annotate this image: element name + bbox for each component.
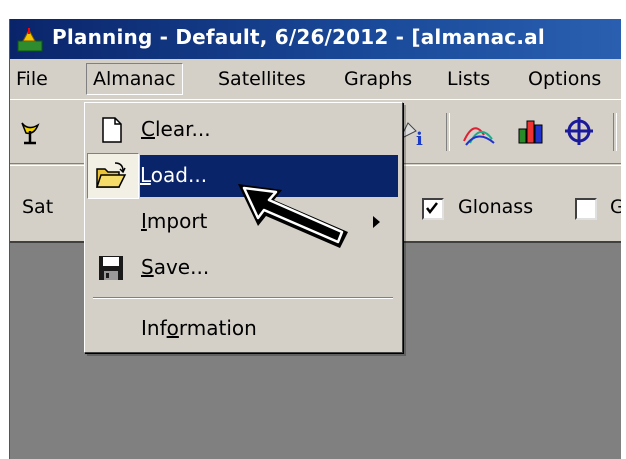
menu-item-save[interactable]: Save... (87, 247, 398, 289)
menu-item-information[interactable]: Information (87, 308, 398, 350)
window-title: Planning - Default, 6/26/2012 - [almanac… (52, 25, 545, 49)
bar-chart-icon[interactable] (516, 115, 546, 147)
menu-graphs[interactable]: Graphs (344, 68, 412, 90)
toolbar-separator (446, 113, 450, 151)
menu-item-save-label: Save... (141, 255, 210, 279)
glonass-label: Glonass (458, 196, 534, 218)
pointer-arrow-icon (238, 184, 348, 248)
menu-file[interactable]: File (16, 68, 48, 90)
blank-document-icon (102, 117, 122, 143)
menu-item-load-label: Load... (140, 163, 208, 187)
satellite-dish-icon[interactable] (18, 117, 48, 147)
toolbar-separator (613, 113, 617, 151)
title-bar[interactable]: Planning - Default, 6/26/2012 - [almanac… (10, 19, 621, 59)
menu-item-clear[interactable]: Clear... (87, 109, 398, 151)
menu-options[interactable]: Options (528, 68, 601, 90)
menu-satellites[interactable]: Satellites (218, 68, 306, 90)
menu-item-import-label: Import (141, 209, 208, 233)
g-checkbox[interactable] (575, 198, 597, 220)
submenu-arrow-icon (373, 216, 380, 228)
floppy-disk-icon (99, 256, 123, 280)
open-folder-icon (95, 162, 127, 188)
menu-bar: File Almanac Satellites Graphs Lists Opt… (10, 59, 621, 100)
crosshair-icon[interactable] (563, 115, 595, 147)
menu-item-information-label: Information (141, 316, 257, 340)
menu-lists[interactable]: Lists (447, 68, 490, 90)
planning-app-icon (17, 28, 43, 52)
glonass-checkbox[interactable] (422, 198, 444, 220)
satellites-label: Sat (22, 196, 54, 218)
menu-item-clear-label: Clear... (141, 117, 211, 141)
menu-separator (93, 297, 393, 299)
g-label: G (610, 196, 621, 218)
menu-almanac[interactable]: Almanac (86, 63, 183, 95)
elevation-graph-icon[interactable] (462, 117, 496, 147)
svg-text:i: i (416, 129, 423, 149)
